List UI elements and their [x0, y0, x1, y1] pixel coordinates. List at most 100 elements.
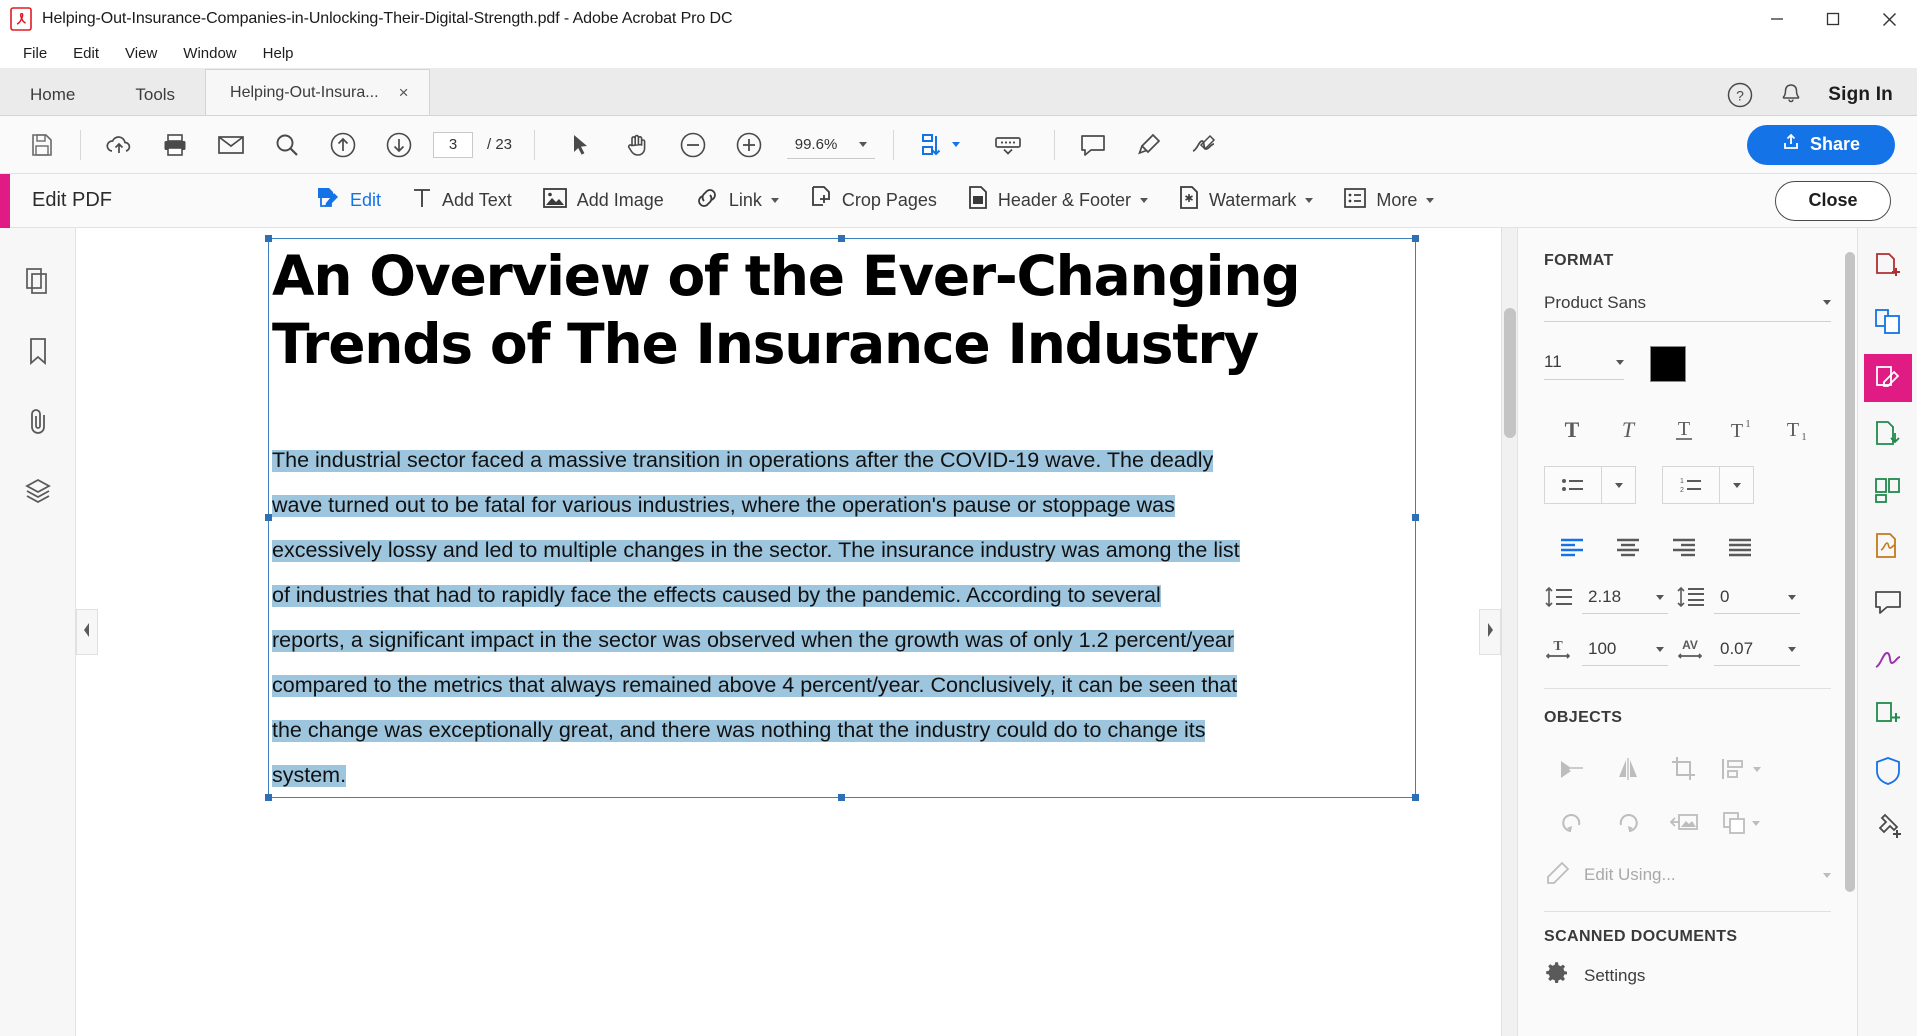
highlight-marker-icon[interactable] [1121, 121, 1177, 169]
search-icon[interactable] [259, 121, 315, 169]
resize-handle-ml[interactable] [265, 514, 272, 521]
zoom-in-icon[interactable] [721, 121, 777, 169]
align-center-icon[interactable] [1600, 526, 1656, 568]
email-icon[interactable] [203, 121, 259, 169]
italic-icon[interactable]: T [1600, 406, 1656, 452]
align-justify-icon[interactable] [1712, 526, 1768, 568]
chevron-down-icon-linespacing[interactable] [1656, 595, 1664, 600]
fill-and-sign-icon[interactable] [1177, 121, 1233, 169]
subscript-icon[interactable]: T1 [1768, 406, 1824, 452]
chevron-down-icon-hf[interactable] [1140, 198, 1148, 203]
document-view[interactable]: An Overview of the Ever-Changing Trends … [76, 228, 1501, 1036]
scanned-settings-row[interactable]: Settings [1544, 960, 1831, 991]
menu-file[interactable]: File [10, 42, 60, 65]
tab-tools[interactable]: Tools [105, 75, 205, 115]
edit-tool-add-text[interactable]: Add Text [396, 174, 527, 228]
scroll-mode-icon[interactable] [980, 121, 1036, 169]
page-thumbnails-icon[interactable] [11, 254, 65, 308]
scrollbar-thumb[interactable] [1504, 308, 1516, 438]
paragraph-spacing-select[interactable]: 0 [1714, 584, 1800, 614]
window-close-button[interactable] [1861, 0, 1917, 38]
edit-tool-crop-pages[interactable]: Crop Pages [794, 174, 952, 228]
chevron-down-icon-hscale[interactable] [1656, 647, 1664, 652]
organize-pages-icon[interactable] [1864, 466, 1912, 514]
align-left-icon[interactable] [1544, 526, 1600, 568]
edit-tool-more[interactable]: More [1328, 174, 1449, 228]
chevron-down-icon-wm[interactable] [1305, 198, 1313, 203]
edit-using-control[interactable]: Edit Using... [1544, 857, 1831, 893]
chevron-down-icon-numbers[interactable] [1720, 466, 1754, 504]
edit-tool-link[interactable]: Link [679, 174, 794, 228]
arrow-down-circle-icon[interactable] [371, 121, 427, 169]
paragraph-spacing-control[interactable]: 0 [1676, 584, 1800, 614]
numbered-list-group[interactable]: 1 2 [1662, 466, 1754, 504]
help-circle-icon[interactable]: ? [1726, 81, 1754, 109]
stamp-icon[interactable] [1864, 690, 1912, 738]
minimize-button[interactable] [1749, 0, 1805, 38]
font-size-select[interactable]: 11 [1544, 348, 1624, 380]
rotate-clockwise-icon[interactable] [1600, 799, 1656, 847]
flip-horizontal-icon[interactable] [1600, 745, 1656, 793]
paragraph-line[interactable]: compared to the metrics that always rema… [272, 663, 1412, 708]
menu-view[interactable]: View [112, 42, 170, 65]
scanned-settings-label[interactable]: Settings [1584, 966, 1645, 986]
resize-handle-tl[interactable] [265, 235, 272, 242]
font-family-select[interactable]: Product Sans [1544, 288, 1831, 322]
edit-tool-add-image[interactable]: Add Image [527, 174, 679, 228]
sign-in-button[interactable]: Sign In [1828, 84, 1893, 106]
resize-handle-tc[interactable] [838, 235, 845, 242]
paragraph-line[interactable]: system. [272, 753, 1412, 798]
chevron-down-icon[interactable] [859, 142, 867, 147]
character-spacing-control[interactable]: AV 0.07 [1676, 636, 1800, 666]
zoom-out-icon[interactable] [665, 121, 721, 169]
zoom-level-select[interactable]: 99.6% [787, 131, 875, 159]
protect-shield-icon[interactable] [1864, 746, 1912, 794]
chevron-down-icon-font[interactable] [1823, 300, 1831, 305]
underline-icon[interactable]: T [1656, 406, 1712, 452]
resize-handle-tr[interactable] [1412, 235, 1419, 242]
menu-help[interactable]: Help [250, 42, 307, 65]
bulleted-list-icon[interactable] [1544, 466, 1602, 504]
arrow-up-circle-icon[interactable] [315, 121, 371, 169]
maximize-button[interactable] [1805, 0, 1861, 38]
cursor-arrow-icon[interactable] [553, 121, 609, 169]
arrange-objects-icon[interactable] [1712, 799, 1768, 847]
chevron-down-icon-link[interactable] [771, 198, 779, 203]
document-heading[interactable]: An Overview of the Ever-Changing Trends … [272, 242, 1332, 378]
collapse-right-panel-button[interactable] [1479, 609, 1501, 655]
chevron-down-icon-parspacing[interactable] [1788, 595, 1796, 600]
comment-icon[interactable] [1065, 121, 1121, 169]
line-spacing-control[interactable]: 2.18 [1544, 584, 1668, 614]
tab-home[interactable]: Home [0, 75, 105, 115]
more-tools-icon[interactable] [1864, 802, 1912, 850]
chevron-down-icon-align-objects[interactable] [1753, 767, 1761, 772]
horizontal-scale-control[interactable]: T 100 [1544, 636, 1668, 666]
close-icon[interactable]: × [395, 82, 413, 103]
align-right-icon[interactable] [1656, 526, 1712, 568]
chevron-down-icon-more[interactable] [1426, 198, 1434, 203]
paragraph-line[interactable]: the change was exceptionally great, and … [272, 708, 1412, 753]
edit-tool-header-footer[interactable]: Header & Footer [952, 174, 1163, 228]
pdf-page[interactable]: An Overview of the Ever-Changing Trends … [76, 228, 1501, 1036]
line-spacing-select[interactable]: 2.18 [1582, 584, 1668, 614]
bulleted-list-group[interactable] [1544, 466, 1636, 504]
paragraph-line[interactable]: reports, a significant impact in the sec… [272, 618, 1412, 663]
chevron-down-icon-edit-using[interactable] [1823, 873, 1831, 878]
paragraph-line[interactable]: of industries that had to rapidly face t… [272, 573, 1412, 618]
chevron-down-icon-fit[interactable] [952, 142, 960, 147]
document-paragraph[interactable]: The industrial sector faced a massive tr… [272, 438, 1412, 798]
attachments-paperclip-icon[interactable] [11, 394, 65, 448]
numbered-list-icon[interactable]: 1 2 [1662, 466, 1720, 504]
create-pdf-icon[interactable] [1864, 242, 1912, 290]
chevron-down-icon-arrange[interactable] [1752, 821, 1760, 826]
notification-bell-icon[interactable] [1778, 82, 1804, 108]
superscript-icon[interactable]: T1 [1712, 406, 1768, 452]
tab-document[interactable]: Helping-Out-Insura... × [205, 69, 429, 115]
menu-window[interactable]: Window [170, 42, 249, 65]
paragraph-line[interactable]: excessively lossy and led to multiple ch… [272, 528, 1412, 573]
collapse-left-panel-button[interactable] [76, 609, 98, 655]
export-pdf-icon[interactable] [1864, 410, 1912, 458]
resize-handle-bl[interactable] [265, 794, 272, 801]
fill-sign-icon[interactable] [1864, 634, 1912, 682]
hand-icon[interactable] [609, 121, 665, 169]
